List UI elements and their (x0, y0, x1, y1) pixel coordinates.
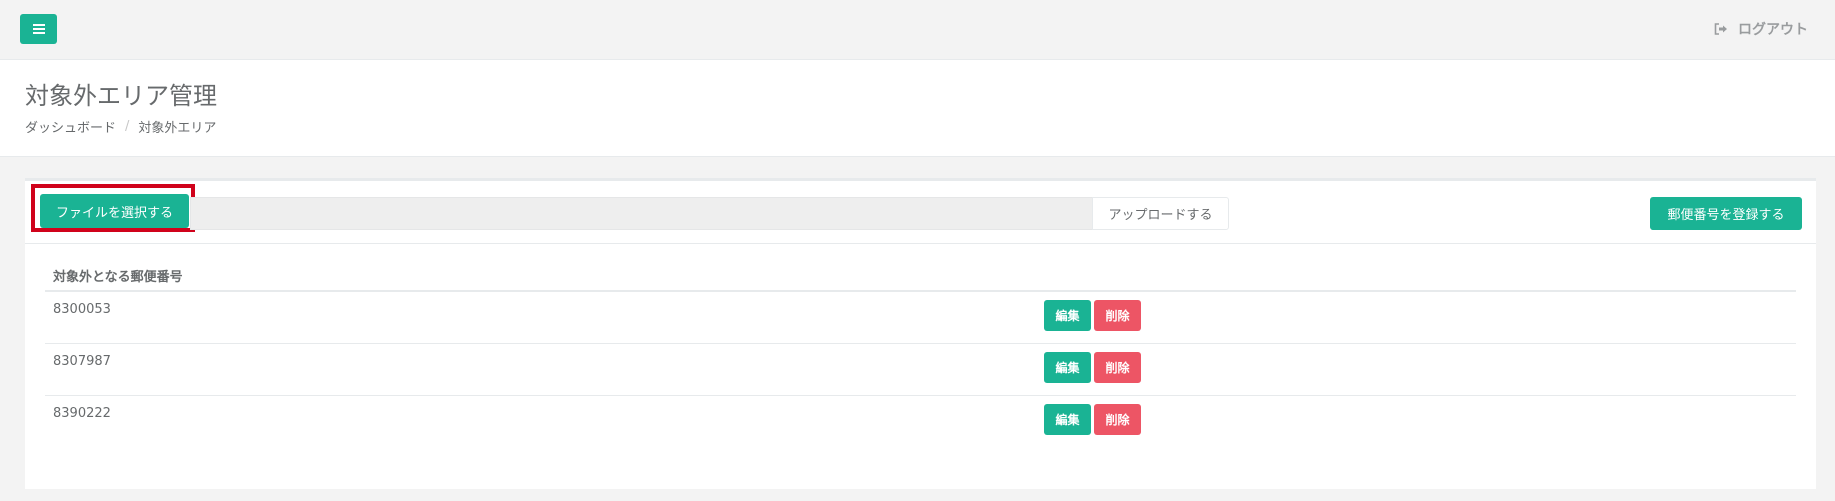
register-postal-code-button[interactable]: 郵便番号を登録する (1650, 197, 1802, 230)
table-row: 8307987 編集 削除 (45, 344, 1796, 396)
upload-toolbar: ファイルを選択する アップロードする 郵便番号を登録する (25, 181, 1816, 244)
logout-label: ログアウト (1738, 22, 1808, 38)
edit-button[interactable]: 編集 (1044, 404, 1091, 435)
table-row: 8300053 編集 削除 (45, 292, 1796, 344)
choose-file-button[interactable]: ファイルを選択する (40, 194, 189, 228)
row-actions: 編集 削除 (1044, 352, 1141, 383)
breadcrumb-separator: / (125, 119, 130, 134)
postal-code-value: 8307987 (53, 354, 111, 369)
breadcrumb-dashboard-link[interactable]: ダッシュボード (25, 117, 116, 136)
column-header-postal-code: 対象外となる郵便番号 (53, 270, 183, 285)
content-card: ファイルを選択する アップロードする 郵便番号を登録する 対象外となる郵便番号 … (25, 178, 1816, 489)
breadcrumb: ダッシュボード / 対象外エリア (25, 117, 216, 136)
postal-code-table: 対象外となる郵便番号 8300053 編集 削除 8307987 編集 削除 8… (45, 257, 1796, 447)
row-actions: 編集 削除 (1044, 404, 1141, 435)
delete-button[interactable]: 削除 (1094, 352, 1141, 383)
delete-button[interactable]: 削除 (1094, 300, 1141, 331)
edit-button[interactable]: 編集 (1044, 352, 1091, 383)
row-actions: 編集 削除 (1044, 300, 1141, 331)
breadcrumb-current: 対象外エリア (138, 121, 217, 136)
postal-code-value: 8300053 (53, 302, 111, 317)
top-navbar: ログアウト (0, 0, 1835, 60)
page-heading: 対象外エリア管理 ダッシュボード / 対象外エリア (0, 60, 1835, 157)
logout-link[interactable]: ログアウト (1714, 19, 1808, 39)
delete-button[interactable]: 削除 (1094, 404, 1141, 435)
table-row: 8390222 編集 削除 (45, 396, 1796, 447)
table-header: 対象外となる郵便番号 (45, 257, 1796, 292)
upload-button[interactable]: アップロードする (1092, 197, 1229, 230)
edit-button[interactable]: 編集 (1044, 300, 1091, 331)
postal-code-value: 8390222 (53, 406, 111, 421)
hamburger-menu-icon (32, 24, 45, 34)
file-name-field[interactable] (190, 197, 1093, 230)
sign-out-icon (1714, 23, 1727, 35)
page-title: 対象外エリア管理 (25, 82, 217, 110)
menu-toggle-button[interactable] (20, 14, 57, 44)
